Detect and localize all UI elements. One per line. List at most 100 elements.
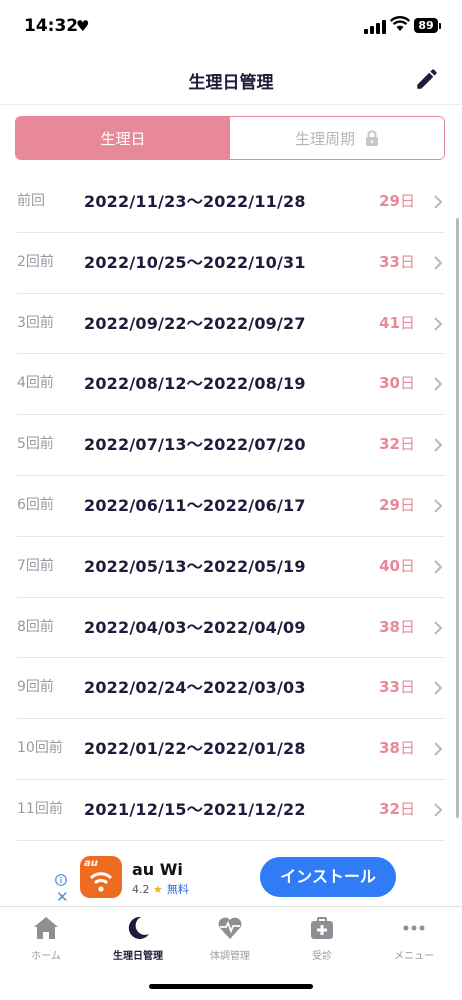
tab-menu-label: メニュー xyxy=(394,951,434,962)
tab-home-label: ホーム xyxy=(31,951,61,962)
period-row[interactable]: 7回前 2022/05/13〜2022/05/19 40日 xyxy=(17,537,445,598)
chevron-right-icon xyxy=(434,560,443,574)
period-row-label: 6回前 xyxy=(17,496,54,513)
period-row-days-unit: 日 xyxy=(399,617,415,636)
period-row-days-value: 29 xyxy=(379,192,400,210)
pencil-edit-icon[interactable] xyxy=(414,66,440,92)
period-row-label: 10回前 xyxy=(17,740,63,757)
list-scrollbar[interactable] xyxy=(456,218,459,818)
period-row-range: 2021/12/15〜2021/12/22 xyxy=(84,799,306,819)
period-row-cycle-days: 29日 xyxy=(379,476,415,535)
period-row[interactable]: 5回前 2022/07/13〜2022/07/20 32日 xyxy=(17,415,445,476)
period-row-label: 2回前 xyxy=(17,253,54,270)
period-row[interactable]: 前回 2022/11/23〜2022/11/28 29日 xyxy=(17,172,445,233)
tab-consultation[interactable]: 受診 xyxy=(276,915,368,962)
wifi-logo-icon xyxy=(89,872,113,892)
chevron-right-icon xyxy=(434,742,443,756)
tab-menu[interactable]: メニュー xyxy=(368,915,460,962)
tab-health-management-label: 体調管理 xyxy=(210,951,250,962)
period-row-days-value: 40 xyxy=(379,556,400,575)
period-row-cycle-days: 40日 xyxy=(379,537,415,596)
period-row-cycle-days: 41日 xyxy=(379,294,415,353)
heart-icon: ♥ xyxy=(76,17,90,35)
segment-period-days[interactable]: 生理日 xyxy=(16,117,230,159)
period-row-range: 2022/07/13〜2022/07/20 xyxy=(84,435,306,455)
period-row-days-unit: 日 xyxy=(399,252,415,271)
period-row-range: 2022/10/25〜2022/10/31 xyxy=(84,252,306,272)
period-row-cycle-days: 32日 xyxy=(379,415,415,474)
period-row-cycle-days: 30日 xyxy=(379,354,415,413)
period-row-range: 2022/11/23〜2022/11/28 xyxy=(84,192,306,211)
chevron-right-icon xyxy=(434,499,443,513)
period-row-label: 9回前 xyxy=(17,679,54,696)
chevron-right-icon xyxy=(434,681,443,696)
wifi-icon xyxy=(390,16,410,31)
period-row[interactable]: 8回前 2022/04/03〜2022/04/09 38日 xyxy=(17,598,445,659)
chevron-right-icon xyxy=(434,316,443,331)
period-row-range: 2022/01/22〜2022/01/28 xyxy=(84,739,306,759)
tab-period-management[interactable]: 生理日管理 xyxy=(92,915,184,962)
period-history-list: 前回 2022/11/23〜2022/11/28 29日 2回前 2022/10… xyxy=(0,172,462,841)
period-row-label: 4回前 xyxy=(17,375,54,392)
period-row-range: 2022/08/12〜2022/08/19 xyxy=(84,374,306,394)
tab-consultation-label: 受診 xyxy=(312,951,332,962)
app-logo-icon: au xyxy=(80,856,122,898)
medical-kit-icon xyxy=(311,917,333,939)
period-row-days-value: 29 xyxy=(379,495,400,514)
period-row[interactable]: 3回前 2022/09/22〜2022/09/27 41日 xyxy=(17,294,445,355)
ad-banner[interactable]: ✕ au au Wi 4.2 ★ 無料 インストール xyxy=(0,848,462,906)
ad-info-icon[interactable] xyxy=(55,874,67,886)
cellular-signal-icon xyxy=(364,20,386,34)
home-indicator xyxy=(149,984,313,989)
install-button[interactable]: インストール xyxy=(260,857,396,897)
tab-health-management[interactable]: 体調管理 xyxy=(184,915,276,962)
ad-rating-value: 4.2 xyxy=(132,883,150,896)
period-row-days-unit: 日 xyxy=(399,313,415,332)
chevron-right-icon xyxy=(434,438,443,452)
view-segmented-control: 生理日 生理周期 xyxy=(15,116,445,160)
period-row-days-value: 33 xyxy=(379,678,400,697)
tab-period-management-label: 生理日管理 xyxy=(113,951,163,962)
period-row-days-value: 41 xyxy=(379,313,400,332)
more-icon xyxy=(403,925,425,931)
home-icon xyxy=(34,917,58,939)
chevron-right-icon xyxy=(434,803,443,817)
segment-period-cycle-label: 生理周期 xyxy=(294,129,355,148)
period-row[interactable]: 4回前 2022/08/12〜2022/08/19 30日 xyxy=(17,354,445,416)
period-row-days-unit: 日 xyxy=(399,192,415,210)
ad-close-icon[interactable]: ✕ xyxy=(56,890,69,905)
period-row-days-unit: 日 xyxy=(399,739,415,758)
battery-tip xyxy=(439,23,441,29)
star-icon: ★ xyxy=(153,883,163,896)
chevron-right-icon xyxy=(434,195,443,209)
ad-rating: 4.2 ★ 無料 xyxy=(132,881,189,897)
ad-app-name: au Wi xyxy=(132,860,183,879)
period-row-days-value: 32 xyxy=(379,799,400,818)
period-row[interactable]: 6回前 2022/06/11〜2022/06/17 29日 xyxy=(17,476,445,537)
chevron-right-icon xyxy=(434,620,443,635)
period-row-cycle-days: 32日 xyxy=(379,780,415,839)
period-row[interactable]: 2回前 2022/10/25〜2022/10/31 33日 xyxy=(17,233,445,294)
segment-period-cycle[interactable]: 生理周期 xyxy=(230,117,444,159)
lock-icon xyxy=(366,130,378,146)
period-row-days-unit: 日 xyxy=(399,678,415,697)
period-row-days-unit: 日 xyxy=(399,495,415,514)
period-row-range: 2022/06/11〜2022/06/17 xyxy=(84,495,306,515)
status-time: 14:32 xyxy=(24,16,79,36)
period-row-days-value: 38 xyxy=(379,739,400,758)
period-row-days-unit: 日 xyxy=(399,374,415,393)
chevron-right-icon xyxy=(434,256,443,270)
period-row-range: 2022/04/03〜2022/04/09 xyxy=(84,617,306,637)
moon-icon xyxy=(128,916,149,939)
period-row-label: 8回前 xyxy=(17,618,54,635)
period-row[interactable]: 11回前 2021/12/15〜2021/12/22 32日 xyxy=(17,780,445,841)
tab-home[interactable]: ホーム xyxy=(0,915,92,962)
period-row-label: 前回 xyxy=(17,193,45,209)
period-row[interactable]: 9回前 2022/02/24〜2022/03/03 33日 xyxy=(17,658,445,720)
period-row-label: 7回前 xyxy=(17,557,54,574)
period-row-cycle-days: 29日 xyxy=(379,172,415,231)
period-row-cycle-days: 38日 xyxy=(379,719,415,778)
period-row[interactable]: 10回前 2022/01/22〜2022/01/28 38日 xyxy=(17,719,445,780)
page-title: 生理日管理 xyxy=(188,73,274,93)
period-row-days-value: 38 xyxy=(379,617,400,636)
